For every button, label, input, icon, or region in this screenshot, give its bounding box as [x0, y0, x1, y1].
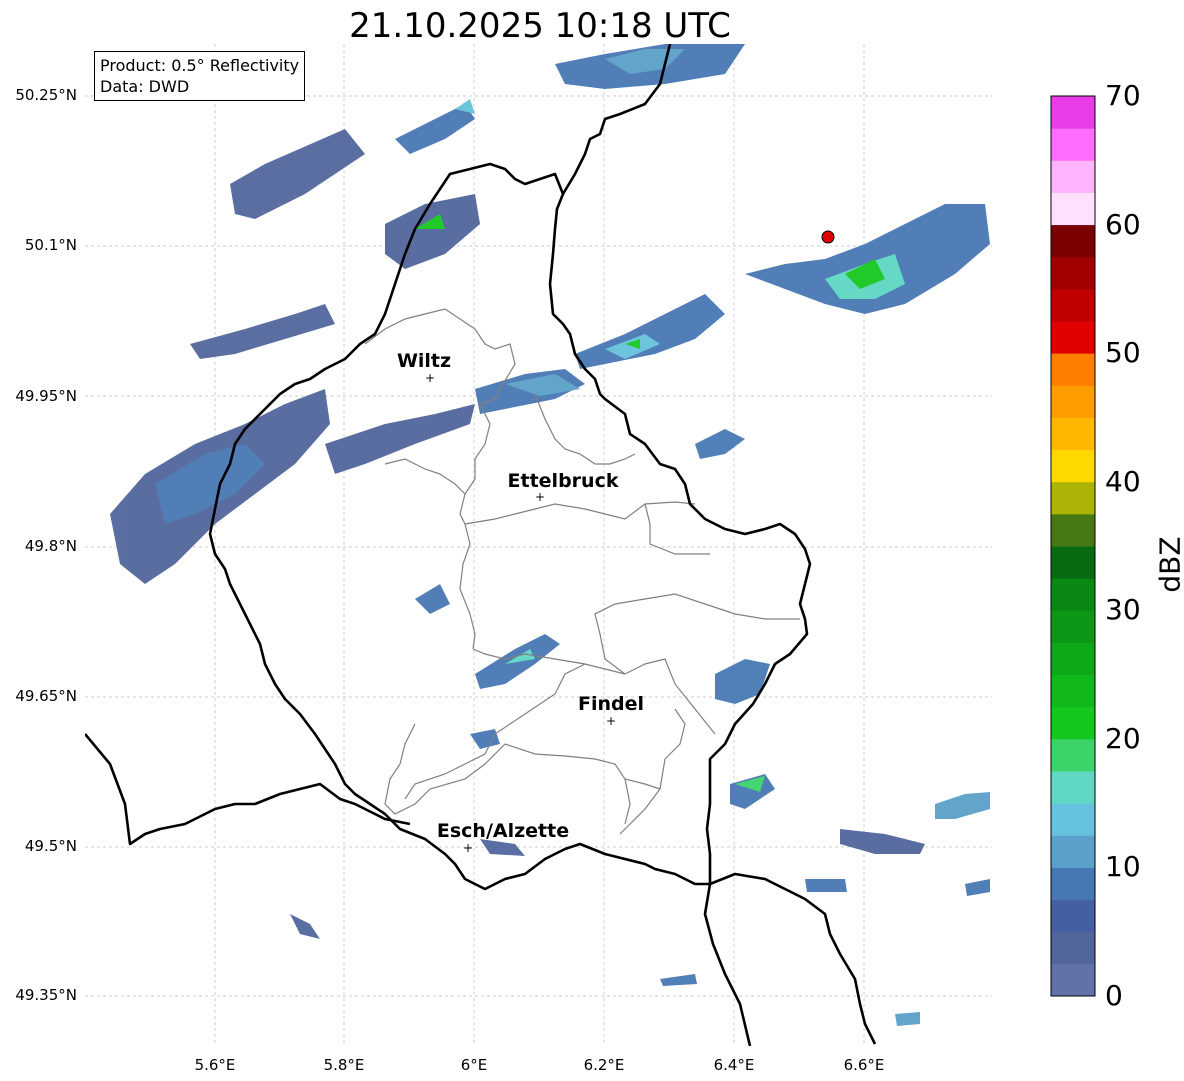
- lat-tick-label: 49.35°N: [15, 986, 77, 1004]
- data-source-label: Data: DWD: [100, 77, 190, 96]
- radar-map[interactable]: [85, 44, 992, 1046]
- colorbar-segment: [1051, 835, 1095, 868]
- colorbar: [1050, 95, 1096, 997]
- lat-tick-label: 49.65°N: [15, 687, 77, 705]
- colorbar-unit-label: dBZ: [1153, 536, 1184, 593]
- colorbar-segment: [1051, 706, 1095, 740]
- colorbar-segment: [1051, 803, 1095, 836]
- map-grid: [85, 44, 992, 1046]
- lon-tick-label: 6.4°E: [713, 1056, 755, 1074]
- colorbar-tick-label: 60: [1105, 208, 1141, 241]
- colorbar-segment: [1051, 449, 1095, 483]
- colorbar-segment: [1051, 578, 1095, 611]
- lat-tick-label: 50.1°N: [24, 236, 77, 254]
- colorbar-tick-label: 70: [1105, 79, 1141, 112]
- lon-tick-label: 6.6°E: [843, 1056, 885, 1074]
- colorbar-segment: [1051, 160, 1095, 193]
- colorbar-segment: [1051, 353, 1095, 386]
- colorbar-segment: [1051, 931, 1095, 965]
- colorbar-segment: [1051, 610, 1095, 643]
- colorbar-segment: [1051, 642, 1095, 676]
- lat-tick-label: 50.25°N: [15, 86, 77, 104]
- city-marker-ettelbruck: +: [535, 490, 546, 504]
- colorbar-segment: [1051, 513, 1095, 547]
- product-info-box: Product: 0.5° Reflectivity Data: DWD: [94, 51, 306, 101]
- colorbar-segment: [1051, 546, 1095, 579]
- map-title: 21.10.2025 10:18 UTC: [349, 6, 731, 46]
- colorbar-segment: [1051, 899, 1095, 933]
- city-marker-wiltz: +: [425, 371, 436, 385]
- product-label: Product: 0.5° Reflectivity: [100, 56, 300, 75]
- colorbar-segment: [1051, 256, 1095, 290]
- map-canvas: [85, 44, 992, 1046]
- colorbar-tick-label: 10: [1105, 850, 1141, 883]
- lon-tick-label: 5.8°E: [323, 1056, 365, 1074]
- colorbar-segment: [1051, 963, 1095, 997]
- colorbar-tick-label: 50: [1105, 336, 1141, 369]
- lat-tick-label: 49.8°N: [24, 537, 77, 555]
- radar-site-marker: [821, 230, 835, 244]
- colorbar-tick-label: 0: [1105, 979, 1123, 1012]
- colorbar-segment: [1051, 417, 1095, 451]
- city-marker-findel: +: [606, 714, 617, 728]
- city-label-wiltz: Wiltz: [396, 350, 452, 372]
- city-label-ettelbruck: Ettelbruck: [507, 470, 619, 492]
- colorbar-segment: [1051, 674, 1095, 708]
- country-borders: [85, 44, 877, 1046]
- lat-tick-label: 49.95°N: [15, 387, 77, 405]
- colorbar-segment: [1051, 321, 1095, 354]
- colorbar-tick-label: 20: [1105, 722, 1141, 755]
- colorbar-tick-label: 30: [1105, 593, 1141, 626]
- colorbar-segment: [1051, 288, 1095, 322]
- colorbar-segment: [1051, 96, 1095, 129]
- city-label-findel: Findel: [577, 693, 645, 715]
- lon-tick-label: 6.2°E: [583, 1056, 625, 1074]
- colorbar-segment: [1051, 771, 1095, 804]
- city-label-esch-alzette: Esch/Alzette: [436, 820, 570, 842]
- lat-tick-label: 49.5°N: [24, 837, 77, 855]
- city-marker-esch-alzette: +: [463, 841, 474, 855]
- colorbar-segment: [1051, 738, 1095, 772]
- colorbar-tick-label: 40: [1105, 465, 1141, 498]
- radar-echoes: [110, 44, 990, 1026]
- colorbar-segment: [1051, 128, 1095, 161]
- colorbar-segment: [1051, 192, 1095, 226]
- colorbar-segment: [1051, 481, 1095, 515]
- lon-tick-label: 6°E: [460, 1056, 488, 1074]
- lon-tick-label: 5.6°E: [194, 1056, 236, 1074]
- colorbar-segment: [1051, 385, 1095, 418]
- colorbar-segment: [1051, 867, 1095, 901]
- canton-borders: [364, 308, 800, 835]
- colorbar-segment: [1051, 224, 1095, 258]
